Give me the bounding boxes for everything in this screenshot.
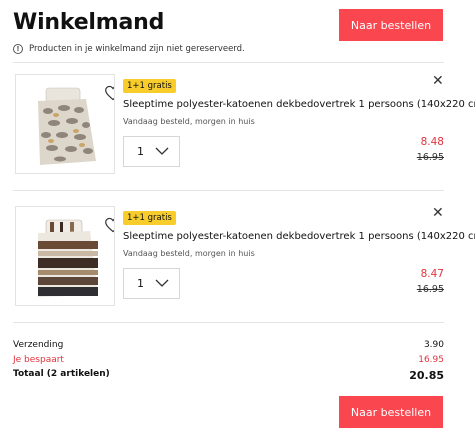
favorite-heart-icon[interactable] (104, 217, 115, 233)
quantity-value: 1 (137, 145, 144, 158)
savings-row: Je bespaart 16.95 (13, 355, 444, 365)
product-name[interactable]: Sleeptime polyester-katoenen dekbedovert… (123, 99, 475, 110)
product-image[interactable] (15, 74, 115, 174)
promo-badge: 1+1 gratis (123, 79, 176, 93)
remove-item-icon[interactable]: ✕ (432, 74, 444, 88)
delivery-info: Vandaag besteld, morgen in huis (123, 117, 255, 126)
promo-badge: 1+1 gratis (123, 211, 176, 225)
cart-item: 1+1 gratis ✕ Sleeptime polyester-katoene… (0, 206, 475, 326)
cart-item: 1+1 gratis ✕ Sleeptime polyester-katoene… (0, 74, 475, 194)
quantity-select[interactable]: 1 (123, 136, 180, 167)
product-image[interactable] (15, 206, 115, 306)
page-title: Winkelmand (13, 10, 165, 35)
shipping-row: Verzending 3.90 (13, 340, 444, 350)
item-old-price: 16.95 (416, 284, 444, 295)
savings-value: 16.95 (418, 355, 444, 365)
savings-label: Je bespaart (13, 355, 64, 365)
order-button-top[interactable]: Naar bestellen (339, 9, 443, 41)
total-value: 20.85 (409, 369, 444, 382)
product-name[interactable]: Sleeptime polyester-katoenen dekbedovert… (123, 231, 475, 242)
item-price: 8.47 (420, 268, 444, 280)
favorite-heart-icon[interactable] (104, 85, 115, 101)
divider (13, 322, 444, 323)
item-old-price: 16.95 (416, 152, 444, 163)
total-label: Totaal (2 artikelen) (13, 369, 110, 379)
quantity-value: 1 (137, 277, 144, 290)
info-icon: ! (13, 44, 23, 54)
order-button-bottom[interactable]: Naar bestellen (339, 396, 443, 428)
divider (13, 190, 444, 191)
shipping-label: Verzending (13, 340, 64, 350)
chevron-down-icon (155, 279, 169, 287)
item-price: 8.48 (420, 136, 444, 148)
remove-item-icon[interactable]: ✕ (432, 206, 444, 220)
shipping-value: 3.90 (423, 340, 444, 350)
delivery-info: Vandaag besteld, morgen in huis (123, 249, 255, 258)
chevron-down-icon (155, 147, 169, 155)
reservation-notice-text: Producten in je winkelmand zijn niet ger… (29, 44, 245, 54)
divider (13, 62, 444, 63)
quantity-select[interactable]: 1 (123, 268, 180, 299)
reservation-notice: ! Producten in je winkelmand zijn niet g… (13, 44, 245, 54)
total-row: Totaal (2 artikelen) 20.85 (13, 369, 444, 382)
